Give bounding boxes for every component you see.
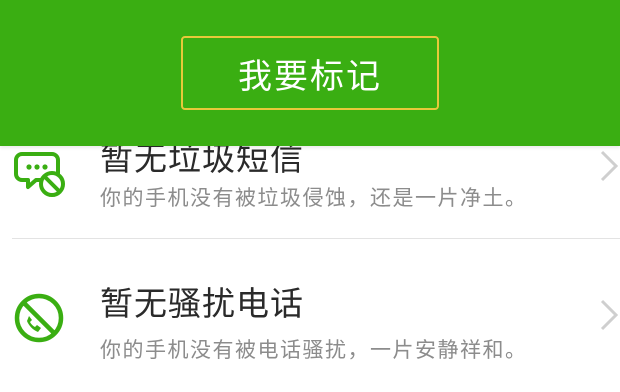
list-item-harassment-call[interactable]: 暂无骚扰电话 你的手机没有被电话骚扰，一片安静祥和。 <box>0 239 620 392</box>
row-description: 你的手机没有被垃圾侵蚀，还是一片净土。 <box>100 186 528 210</box>
mark-button[interactable]: 我要标记 <box>181 36 439 110</box>
call-blocked-icon <box>12 291 66 345</box>
sms-blocked-icon <box>12 148 66 202</box>
row-title: 暂无骚扰电话 <box>100 284 304 323</box>
chevron-right-icon <box>598 295 620 335</box>
screen: 暂无垃圾短信 你的手机没有被垃圾侵蚀，还是一片净土。 暂无骚扰电话 你的手机没有… <box>0 0 620 392</box>
chevron-right-icon <box>598 146 620 186</box>
row-description: 你的手机没有被电话骚扰，一片安静祥和。 <box>100 338 528 362</box>
mark-overlay-header: 我要标记 <box>0 0 620 146</box>
